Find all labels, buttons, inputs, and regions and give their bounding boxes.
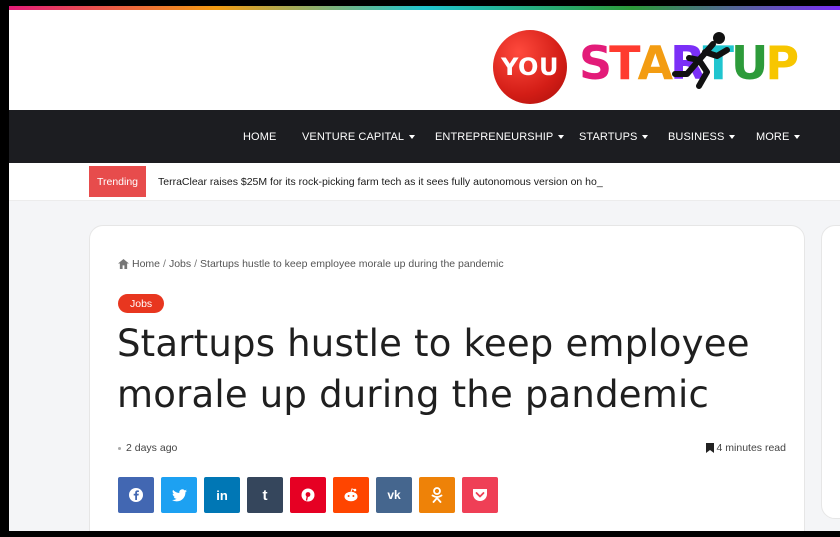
- article-card: Home / Jobs / Startups hustle to keep em…: [89, 225, 805, 531]
- nav-item-entrepreneurship[interactable]: ENTREPRENEURSHIP: [435, 110, 565, 163]
- chevron-down-icon: [642, 134, 649, 139]
- category-badge[interactable]: Jobs: [118, 294, 165, 313]
- site-header: YOU S T A R T U P: [9, 10, 840, 110]
- linkedin-icon: in: [216, 487, 228, 503]
- pinterest-icon: [301, 488, 315, 502]
- vk-icon: vk: [387, 488, 401, 502]
- main-navigation: HOME VENTURE CAPITAL ENTREPRENEURSHIP ST…: [9, 110, 840, 163]
- breadcrumb-home[interactable]: Home: [132, 258, 160, 270]
- chevron-down-icon: [558, 134, 565, 139]
- date-text: 2 days ago: [126, 442, 178, 454]
- twitter-share-button[interactable]: [161, 477, 197, 513]
- trending-badge: Trending: [89, 166, 146, 197]
- logo-letter: T: [609, 36, 640, 90]
- breadcrumb-jobs[interactable]: Jobs: [169, 258, 191, 270]
- browser-viewport: YOU S T A R T U P HOME VENTURE CAPITAL E…: [9, 6, 840, 531]
- chevron-down-icon: [794, 134, 801, 139]
- nav-item-venture-capital[interactable]: VENTURE CAPITAL: [302, 110, 416, 163]
- tumblr-icon: t: [262, 486, 268, 504]
- bookmark-icon: [705, 443, 714, 453]
- logo-circle: YOU: [493, 30, 567, 104]
- dot-icon: [118, 446, 121, 450]
- article-date: 2 days ago: [118, 442, 177, 454]
- breadcrumb-separator: /: [163, 258, 166, 270]
- trending-headline[interactable]: TerraClear raises $25M for its rock-pick…: [158, 166, 603, 197]
- breadcrumb: Home / Jobs / Startups hustle to keep em…: [118, 258, 504, 270]
- odnoklassniki-share-button[interactable]: [419, 477, 455, 513]
- vk-share-button[interactable]: vk: [376, 477, 412, 513]
- sidebar-card: [821, 225, 840, 519]
- runner-icon: [672, 32, 730, 89]
- nav-item-startups[interactable]: STARTUPS: [579, 110, 649, 163]
- home-icon: [118, 259, 129, 269]
- read-time-text: 4 minutes read: [716, 442, 786, 454]
- breadcrumb-current: Startups hustle to keep employee morale …: [200, 258, 504, 270]
- pocket-share-button[interactable]: [462, 477, 498, 513]
- moon-icon[interactable]: [817, 128, 833, 144]
- odnoklassniki-icon: [431, 487, 443, 503]
- article-title: Startups hustle to keep employee morale …: [117, 322, 750, 416]
- nav-item-home[interactable]: HOME: [243, 110, 276, 163]
- trending-bar: Trending TerraClear raises $25M for its …: [9, 163, 840, 201]
- twitter-icon: [171, 488, 187, 501]
- nav-item-more[interactable]: MORE: [756, 110, 801, 163]
- facebook-share-button[interactable]: [118, 477, 154, 513]
- site-logo[interactable]: YOU S T A R T U P: [493, 22, 799, 104]
- logo-letter: A: [637, 36, 674, 90]
- breadcrumb-separator: /: [194, 258, 198, 270]
- logo-letter: S: [579, 36, 612, 90]
- chevron-down-icon: [729, 134, 736, 139]
- logo-letter: P: [765, 36, 799, 90]
- chevron-down-icon: [409, 134, 416, 139]
- tumblr-share-button[interactable]: t: [247, 477, 283, 513]
- pocket-icon: [473, 489, 487, 501]
- reddit-share-button[interactable]: [333, 477, 369, 513]
- linkedin-share-button[interactable]: in: [204, 477, 240, 513]
- pinterest-share-button[interactable]: [290, 477, 326, 513]
- nav-item-business[interactable]: BUSINESS: [668, 110, 736, 163]
- read-time: 4 minutes read: [705, 442, 786, 454]
- reddit-icon: [344, 488, 358, 502]
- share-buttons: in t vk: [118, 477, 498, 513]
- facebook-icon: [129, 488, 143, 502]
